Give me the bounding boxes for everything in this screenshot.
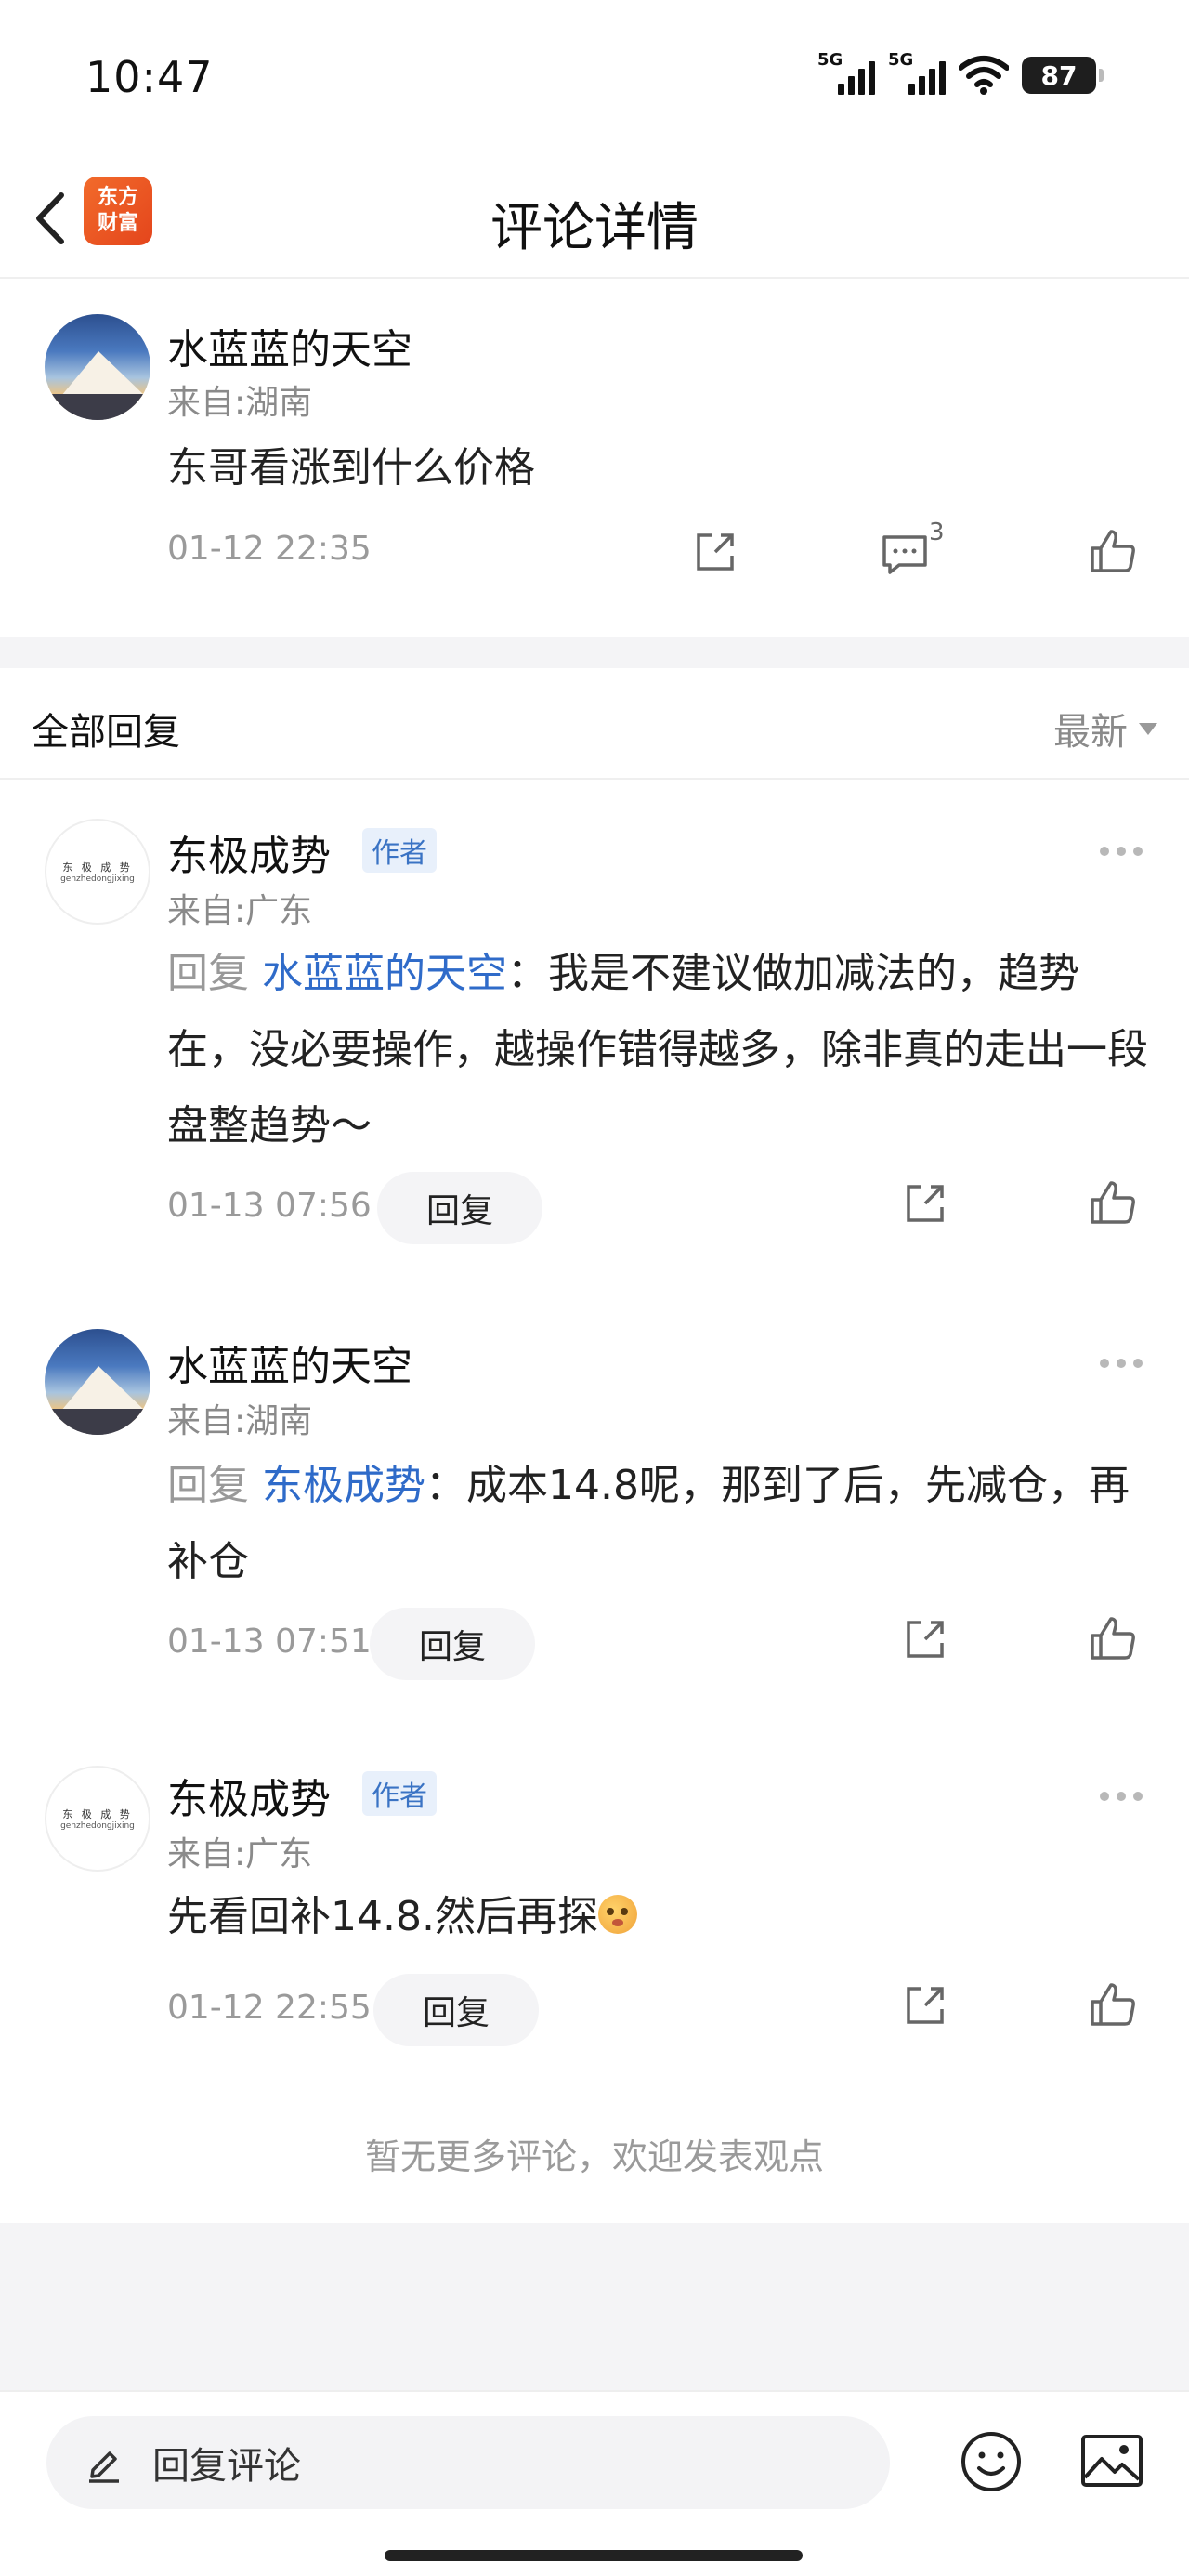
avatar[interactable]: 东 极 成 势 genzhedongjixing [45, 1766, 150, 1872]
reply-input[interactable]: 回复评论 [46, 2416, 890, 2509]
avatar[interactable] [45, 314, 150, 420]
reply-item: 水蓝蓝的天空 来自:湖南 回复 东极成势：成本14.8呢，那到了后，先减仓，再补… [0, 1294, 1189, 1721]
like-icon[interactable] [1089, 1615, 1137, 1663]
mention-link[interactable]: 东极成势 [262, 1462, 425, 1509]
avatar[interactable] [45, 1329, 150, 1435]
signal-icon: 5G [817, 50, 875, 99]
signal-icon: 5G [888, 50, 946, 99]
avatar-text: genzhedongjixing [60, 874, 135, 884]
battery-icon: 87 [1022, 57, 1104, 94]
author-badge: 作者 [362, 1771, 437, 1816]
reply-button[interactable]: 回复 [373, 1974, 539, 2046]
bottom-input-bar: 回复评论 [0, 2390, 1189, 2576]
reply-text: 回复 东极成势：成本14.8呢，那到了后，先减仓，再补仓 [167, 1448, 1152, 1600]
like-icon[interactable] [1089, 1981, 1137, 2030]
avatar-text: 东 极 成 势 [62, 1808, 133, 1820]
wifi-icon [959, 56, 1009, 95]
reply-text: 先看回补14.8.然后再探 [167, 1879, 1152, 1955]
chevron-down-icon [1139, 722, 1157, 735]
comment-text: 东哥看涨到什么价格 [167, 444, 535, 492]
avatar[interactable]: 东 极 成 势 genzhedongjixing [45, 819, 150, 925]
replies-title: 全部回复 [32, 711, 180, 754]
like-icon[interactable] [1089, 1179, 1137, 1228]
reply-button[interactable]: 回复 [370, 1608, 535, 1680]
avatar-text: genzhedongjixing [60, 1821, 135, 1831]
share-icon[interactable] [691, 528, 739, 576]
more-options-icon[interactable] [1100, 847, 1143, 856]
reply-text: 回复 水蓝蓝的天空：我是不建议做加减法的，趋势在，没必要操作，越操作错得越多，除… [167, 936, 1152, 1164]
username[interactable]: 水蓝蓝的天空 [167, 1333, 412, 1392]
username[interactable]: 东极成势 [167, 822, 331, 882]
main-comment: 水蓝蓝的天空 来自:湖南 东哥看涨到什么价格 01-12 22:35 3 [0, 279, 1189, 637]
location: 来自:广东 [167, 1835, 313, 1873]
timestamp: 01-13 07:51 [167, 1623, 372, 1661]
share-icon[interactable] [901, 1179, 949, 1228]
location: 来自:广东 [167, 892, 313, 930]
like-icon[interactable] [1089, 528, 1137, 576]
more-options-icon[interactable] [1100, 1792, 1143, 1801]
comment-icon[interactable] [881, 530, 929, 578]
reply-prefix: 回复 [167, 1462, 249, 1509]
empty-area [0, 2223, 1189, 2390]
sort-dropdown[interactable]: 最新 [1053, 702, 1157, 756]
mention-link[interactable]: 水蓝蓝的天空 [262, 950, 507, 997]
reply-item: 东 极 成 势 genzhedongjixing 东极成势 作者 来自:广东 先… [0, 1728, 1189, 2100]
emoji-icon[interactable] [959, 2429, 1024, 2494]
location: 来自:湖南 [167, 1402, 313, 1440]
timestamp: 01-12 22:55 [167, 1989, 372, 2027]
surprised-emoji-icon [597, 1895, 637, 1934]
reply-item: 东 极 成 势 genzhedongjixing 东极成势 作者 来自:广东 回… [0, 782, 1189, 1265]
reply-prefix: 回复 [167, 950, 249, 997]
status-bar: 10:47 5G 5G 87 [0, 0, 1189, 158]
reply-body: 先看回补14.8.然后再探 [167, 1893, 598, 1940]
nav-header: 东方 财富 评论详情 [0, 158, 1189, 279]
pencil-icon [89, 2451, 119, 2483]
reply-count: 3 [929, 519, 945, 546]
replies-header: 全部回复 最新 [0, 668, 1189, 780]
avatar-text: 东 极 成 势 [62, 861, 133, 874]
share-icon[interactable] [901, 1615, 949, 1663]
sort-label: 最新 [1053, 711, 1128, 754]
timestamp: 01-12 22:35 [167, 530, 372, 568]
username[interactable]: 水蓝蓝的天空 [167, 316, 412, 375]
more-options-icon[interactable] [1100, 1359, 1143, 1368]
no-more-comments: 暂无更多评论，欢迎发表观点 [364, 2136, 824, 2177]
section-divider [0, 637, 1189, 668]
timestamp: 01-13 07:56 [167, 1187, 372, 1225]
reply-button[interactable]: 回复 [377, 1172, 542, 1244]
status-time: 10:47 [85, 52, 214, 102]
home-indicator [385, 2550, 803, 2561]
image-icon[interactable] [1079, 2431, 1144, 2491]
author-badge: 作者 [362, 828, 437, 873]
username[interactable]: 东极成势 [167, 1766, 331, 1825]
status-icons: 5G 5G 87 [817, 50, 1104, 99]
location: 来自:湖南 [167, 384, 313, 422]
input-placeholder: 回复评论 [152, 2445, 301, 2488]
share-icon[interactable] [901, 1981, 949, 2030]
page-title: 评论详情 [490, 198, 699, 258]
